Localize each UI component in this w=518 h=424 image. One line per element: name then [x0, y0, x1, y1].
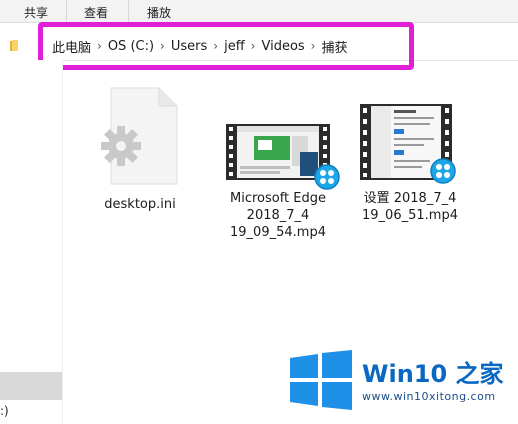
tab-share[interactable]: 共享: [24, 4, 48, 21]
folder-icon: [10, 40, 18, 51]
nav-drive-label[interactable]: :): [0, 404, 9, 418]
watermark-title-suffix: 之家: [455, 360, 504, 388]
file-item[interactable]: Microsoft Edge 2018_7_4 19_09_54.mp4: [218, 122, 340, 241]
media-player-badge-icon: [430, 158, 456, 184]
file-name-line: 2018_7_4: [246, 208, 310, 223]
ribbon-tabs: 共享 查看 播放: [0, 0, 518, 23]
file-name-line: 19_06_51.mp4: [362, 208, 458, 223]
divider: [128, 0, 129, 22]
watermark: Win10 之家 www.win10xitong.com: [286, 348, 506, 410]
file-name: Microsoft Edge 2018_7_4 19_09_54.mp4: [218, 190, 338, 241]
file-name-line: 19_09_54.mp4: [230, 225, 326, 240]
file-item[interactable]: desktop.ini: [85, 84, 195, 213]
navigation-pane: [0, 60, 63, 424]
file-name-line: Microsoft Edge: [229, 191, 326, 206]
watermark-url: www.win10xitong.com: [362, 390, 496, 403]
watermark-title: Win10 之家: [362, 354, 504, 389]
file-name: desktop.ini: [104, 197, 176, 212]
file-item[interactable]: 设置 2018_7_4 19_06_51.mp4: [350, 102, 470, 224]
tab-play[interactable]: 播放: [147, 4, 171, 21]
watermark-title-prefix: Win10: [362, 360, 448, 388]
tab-view[interactable]: 查看: [84, 4, 108, 21]
nav-selected-item[interactable]: [0, 372, 62, 400]
settings-file-icon: [101, 87, 178, 185]
divider: [66, 0, 67, 22]
windows-logo-icon: [290, 350, 352, 410]
file-name-line: 设置 2018_7_4: [363, 191, 457, 206]
file-name: 设置 2018_7_4 19_06_51.mp4: [350, 190, 470, 224]
media-player-badge-icon: [314, 164, 340, 190]
